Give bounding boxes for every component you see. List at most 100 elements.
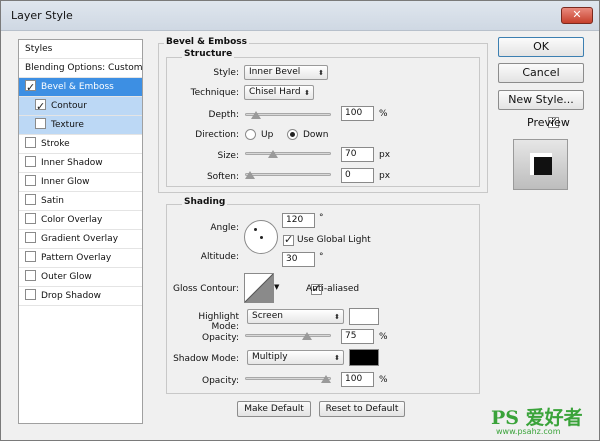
gloss-contour-arrow-icon[interactable]: ▼ xyxy=(274,283,279,291)
cancel-button[interactable]: Cancel xyxy=(498,63,584,83)
styles-list: Styles Blending Options: Custom Bevel & … xyxy=(18,39,143,424)
shadow-opacity-unit: % xyxy=(379,375,388,385)
technique-dropdown-value: Chisel Hard xyxy=(249,87,301,97)
shading-title: Shading xyxy=(182,197,228,207)
style-item-label: Stroke xyxy=(41,139,70,149)
use-global-light-checkbox[interactable] xyxy=(283,233,294,246)
style-item-stroke[interactable]: Stroke xyxy=(19,135,142,154)
style-item-outer-glow[interactable]: Outer Glow xyxy=(19,268,142,287)
technique-dropdown[interactable]: Chisel Hard ⬍ xyxy=(244,85,314,100)
direction-label: Direction: xyxy=(195,130,239,140)
drop-shadow-checkbox[interactable] xyxy=(25,289,36,300)
highlight-opacity-input[interactable]: 75 xyxy=(341,329,374,344)
soften-slider-track[interactable] xyxy=(245,173,331,176)
style-preview-swatch xyxy=(513,139,568,190)
style-item-label: Gradient Overlay xyxy=(41,234,119,244)
size-unit: px xyxy=(379,150,391,160)
texture-checkbox[interactable] xyxy=(35,118,46,129)
shadow-color-swatch[interactable] xyxy=(349,349,379,366)
direction-down-label: Down xyxy=(303,130,329,140)
style-item-bevel-emboss[interactable]: Bevel & Emboss xyxy=(19,78,142,97)
shadow-opacity-slider-track[interactable] xyxy=(245,377,331,380)
preview-label: Preview xyxy=(527,116,570,129)
depth-unit: % xyxy=(379,109,388,119)
make-default-button[interactable]: Make Default xyxy=(237,401,311,417)
style-item-texture[interactable]: Texture xyxy=(19,116,142,135)
ok-button[interactable]: OK xyxy=(498,37,584,57)
soften-label: Soften: xyxy=(206,172,239,182)
pattern-overlay-checkbox[interactable] xyxy=(25,251,36,262)
depth-slider-thumb[interactable] xyxy=(251,111,262,119)
direction-down-radio[interactable] xyxy=(287,129,298,140)
depth-input[interactable]: 100 xyxy=(341,106,374,121)
style-dropdown[interactable]: Inner Bevel ⬍ xyxy=(244,65,328,80)
satin-checkbox[interactable] xyxy=(25,194,36,205)
gloss-contour-preview[interactable] xyxy=(244,273,274,303)
soften-input[interactable]: 0 xyxy=(341,168,374,183)
style-item-label: Drop Shadow xyxy=(41,291,102,301)
title-bar[interactable]: Layer Style ✕ xyxy=(1,1,599,31)
style-item-label: Outer Glow xyxy=(41,272,92,282)
style-item-color-overlay[interactable]: Color Overlay xyxy=(19,211,142,230)
technique-label: Technique: xyxy=(190,88,239,98)
style-item-gradient-overlay[interactable]: Gradient Overlay xyxy=(19,230,142,249)
shadow-mode-label: Shadow Mode: xyxy=(173,354,239,364)
blending-options[interactable]: Blending Options: Custom xyxy=(19,59,143,78)
new-style-button[interactable]: New Style... xyxy=(498,90,584,110)
bevel-emboss-checkbox[interactable] xyxy=(25,78,36,97)
outer-glow-checkbox[interactable] xyxy=(25,270,36,281)
shadow-mode-dropdown[interactable]: Multiply ⬍ xyxy=(247,350,344,365)
shadow-opacity-slider-thumb[interactable] xyxy=(321,375,331,383)
dropdown-arrows-icon: ⬍ xyxy=(334,313,340,321)
reset-default-button[interactable]: Reset to Default xyxy=(319,401,405,417)
close-button[interactable]: ✕ xyxy=(561,7,593,24)
window-title: Layer Style xyxy=(11,9,73,22)
highlight-opacity-unit: % xyxy=(379,332,388,342)
contour-checkbox[interactable] xyxy=(35,97,46,116)
style-item-contour[interactable]: Contour xyxy=(19,97,142,116)
style-item-label: Bevel & Emboss xyxy=(41,82,114,92)
style-item-label: Contour xyxy=(51,101,87,111)
highlight-opacity-slider-track[interactable] xyxy=(245,334,331,337)
gloss-contour-icon xyxy=(245,274,273,302)
direction-up-radio[interactable] xyxy=(245,129,256,140)
style-item-pattern-overlay[interactable]: Pattern Overlay xyxy=(19,249,142,268)
inner-glow-checkbox[interactable] xyxy=(25,175,36,186)
size-slider-track[interactable] xyxy=(245,152,331,155)
style-item-label: Pattern Overlay xyxy=(41,253,112,263)
shadow-opacity-label: Opacity: xyxy=(202,376,239,386)
soften-slider-thumb[interactable] xyxy=(245,171,255,179)
angle-dial-indicator xyxy=(254,228,257,231)
style-item-drop-shadow[interactable]: Drop Shadow xyxy=(19,287,142,306)
style-dropdown-value: Inner Bevel xyxy=(249,67,301,77)
style-item-label: Satin xyxy=(41,196,64,206)
use-global-light-label: Use Global Light xyxy=(297,235,371,245)
angle-dial[interactable] xyxy=(244,220,278,254)
style-item-satin[interactable]: Satin xyxy=(19,192,142,211)
size-input[interactable]: 70 xyxy=(341,147,374,162)
highlight-color-swatch[interactable] xyxy=(349,308,379,325)
gradient-overlay-checkbox[interactable] xyxy=(25,232,36,243)
styles-header[interactable]: Styles xyxy=(19,40,142,59)
highlight-opacity-slider-thumb[interactable] xyxy=(302,332,312,340)
size-slider-thumb[interactable] xyxy=(267,150,278,158)
altitude-input[interactable]: 30 xyxy=(282,252,315,267)
angle-dial-center xyxy=(260,236,263,239)
gloss-contour-label: Gloss Contour: xyxy=(172,284,239,294)
highlight-mode-dropdown[interactable]: Screen ⬍ xyxy=(247,309,344,324)
highlight-mode-value: Screen xyxy=(252,311,283,321)
direction-up-label: Up xyxy=(261,130,274,140)
style-item-inner-glow[interactable]: Inner Glow xyxy=(19,173,142,192)
highlight-mode-label: Highlight Mode: xyxy=(198,312,239,332)
inner-shadow-checkbox[interactable] xyxy=(25,156,36,167)
soften-unit: px xyxy=(379,171,391,181)
shadow-opacity-input[interactable]: 100 xyxy=(341,372,374,387)
color-overlay-checkbox[interactable] xyxy=(25,213,36,224)
angle-input[interactable]: 120 xyxy=(282,213,315,228)
style-label: Style: xyxy=(213,68,239,78)
style-item-inner-shadow[interactable]: Inner Shadow xyxy=(19,154,142,173)
layer-style-dialog: Layer Style ✕ Styles Blending Options: C… xyxy=(0,0,600,441)
dropdown-arrows-icon: ⬍ xyxy=(334,354,340,362)
angle-unit: ° xyxy=(319,213,324,223)
stroke-checkbox[interactable] xyxy=(25,137,36,148)
